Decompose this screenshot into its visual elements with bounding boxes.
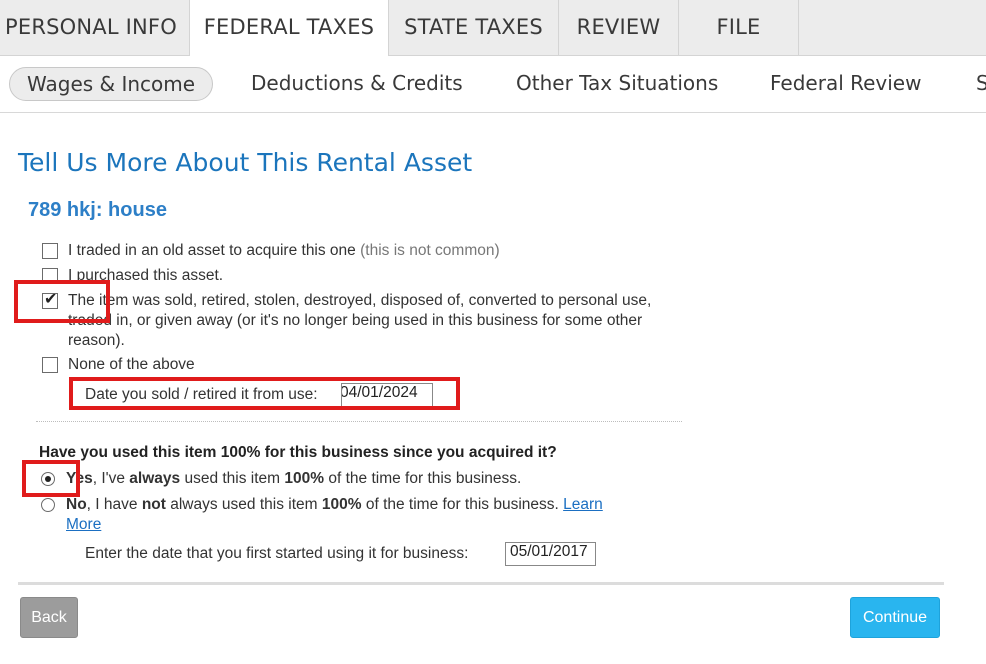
yes-always: always: [129, 470, 181, 487]
no-text-2: always used this item: [165, 496, 322, 513]
learn-more-link[interactable]: Learn: [563, 496, 603, 513]
no-not: not: [141, 496, 166, 513]
yes-text-3: of the time for this business.: [324, 470, 522, 487]
annotation-box-checkbox: [14, 280, 110, 323]
start-date-label: Enter the date that you first started us…: [85, 545, 469, 562]
tab-federal-taxes[interactable]: FEDERAL TAXES: [190, 0, 389, 57]
subtab-other-tax-situations[interactable]: Other Tax Situations: [516, 67, 718, 101]
page-title: Tell Us More About This Rental Asset: [18, 148, 473, 177]
option-sold-retired-label: The item was sold, retired, stolen, dest…: [68, 292, 652, 349]
option-traded-in-label: I traded in an old asset to acquire this…: [68, 241, 500, 261]
radio-no[interactable]: [41, 498, 55, 512]
section-divider: [36, 421, 682, 422]
continue-button[interactable]: Continue: [850, 597, 940, 638]
start-date-field[interactable]: 05/01/2017: [505, 542, 596, 566]
yes-text-1: , I've: [92, 470, 130, 487]
no-percent: 100%: [321, 496, 362, 513]
no-text-1: , I have: [86, 496, 142, 513]
option-traded-in-text: I traded in an old asset to acquire this…: [68, 242, 356, 259]
subtab-deductions-credits[interactable]: Deductions & Credits: [251, 67, 463, 101]
tab-state-taxes[interactable]: STATE TAXES: [389, 0, 559, 56]
radio-yes-label: Yes, I've always used this item 100% of …: [66, 469, 521, 489]
option-traded-in-note: (this is not common): [360, 242, 500, 259]
yes-percent: 100%: [284, 470, 325, 487]
annotation-box-sold-date: [69, 377, 460, 410]
learn-more-link-cont[interactable]: More: [66, 516, 101, 533]
sub-navigation: Wages & Income Deductions & Credits Othe…: [0, 56, 986, 113]
back-button[interactable]: Back: [20, 597, 78, 638]
checkbox-traded-in[interactable]: [42, 243, 58, 259]
usage-question: Have you used this item 100% for this bu…: [39, 444, 557, 461]
footer-divider: [18, 582, 944, 585]
radio-no-label: No, I have not always used this item 100…: [66, 495, 666, 535]
no-text-3: of the time for this business.: [361, 496, 564, 513]
top-tab-bar: PERSONAL INFO FEDERAL TAXES STATE TAXES …: [0, 0, 986, 57]
asset-name: 789 hkj: house: [28, 199, 167, 221]
tab-file[interactable]: FILE: [679, 0, 799, 56]
no-word: No: [66, 496, 87, 513]
yes-text-2: used this item: [180, 470, 285, 487]
subtab-wages-income[interactable]: Wages & Income: [9, 67, 214, 101]
subtab-state-truncated[interactable]: S: [976, 67, 986, 101]
tab-personal-info[interactable]: PERSONAL INFO: [0, 0, 190, 56]
start-date-value: 05/01/2017: [510, 543, 588, 560]
subtab-federal-review[interactable]: Federal Review: [770, 67, 921, 101]
tab-review[interactable]: REVIEW: [559, 0, 679, 56]
checkbox-none-of-above[interactable]: [42, 357, 58, 373]
option-none-label: None of the above: [68, 356, 195, 373]
annotation-box-radio: [22, 460, 80, 497]
